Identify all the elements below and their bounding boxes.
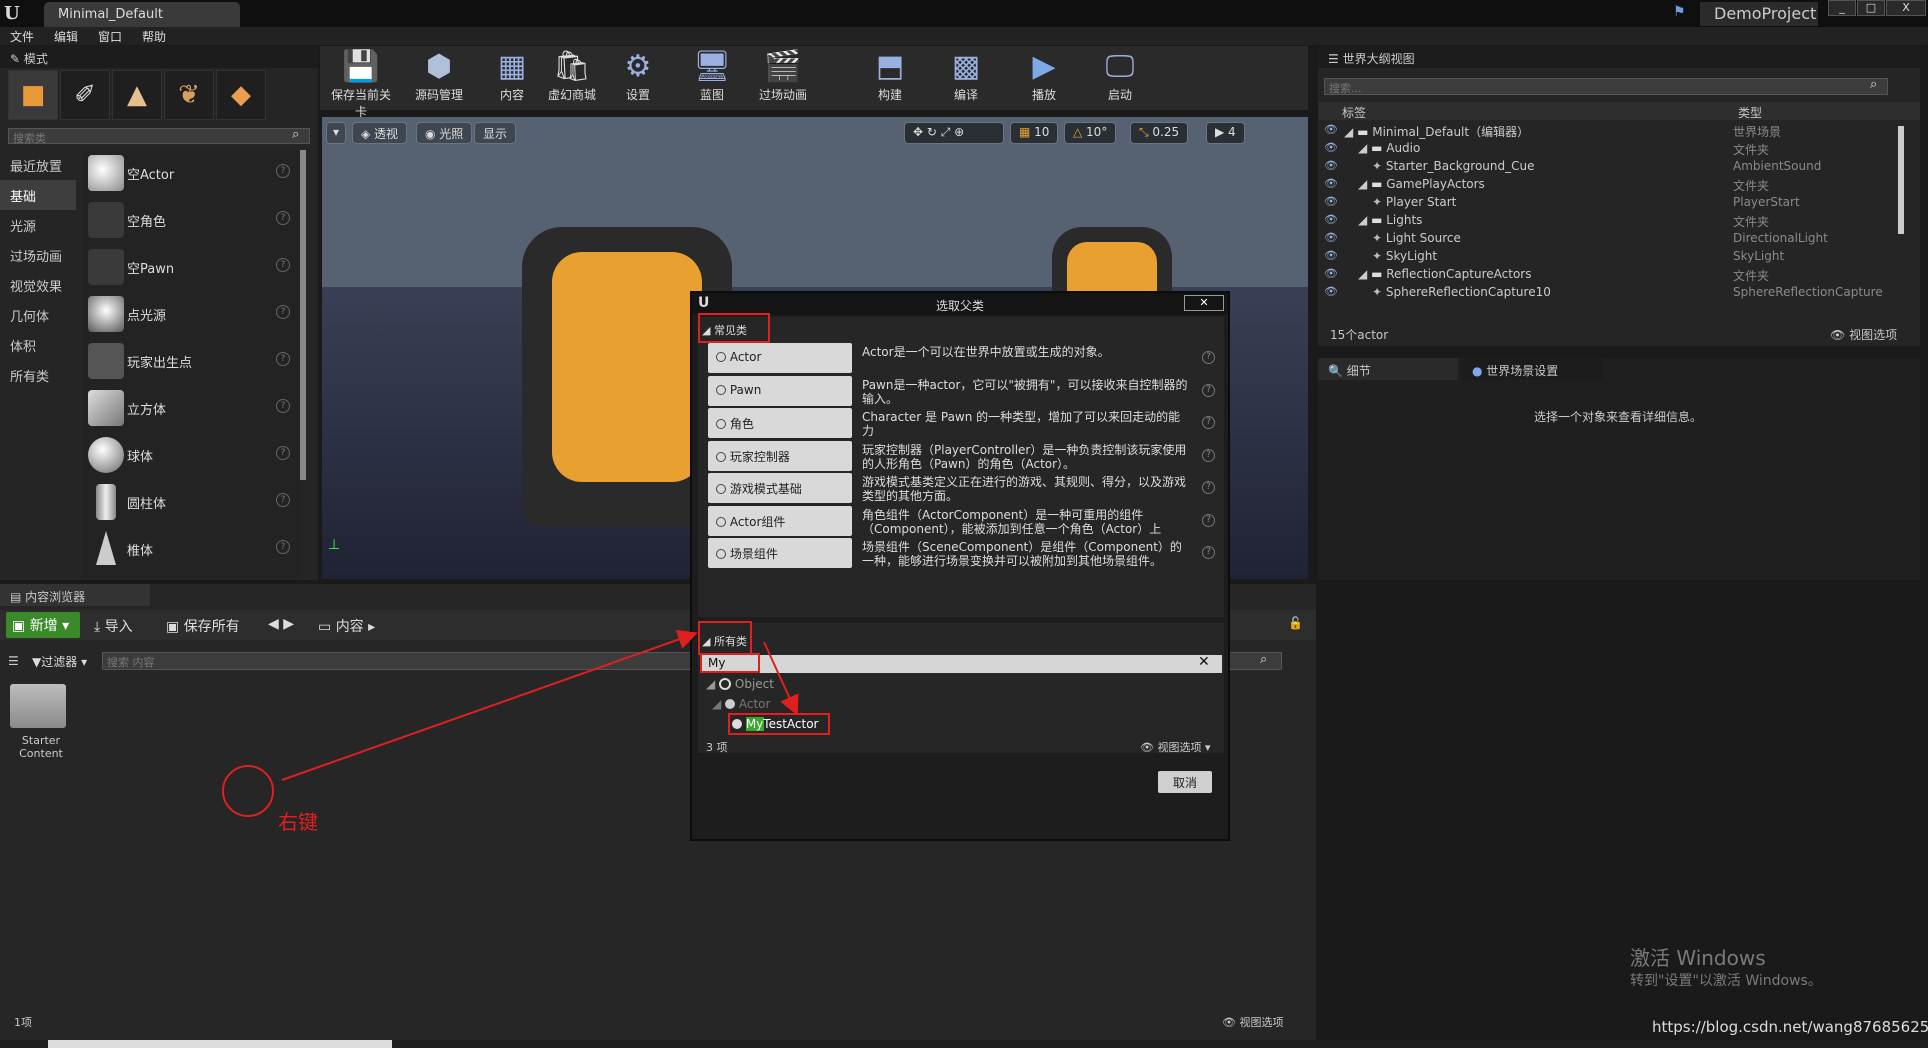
taskbar-progress [48, 1040, 392, 1048]
annotation-arrow-left [281, 629, 698, 781]
annotation-circle [222, 765, 274, 817]
annotation-label: 右键 [278, 810, 318, 834]
windows-activation-hint: 转到"设置"以激活 Windows。 [1630, 973, 1822, 989]
blog-url-watermark: https://blog.csdn.net/wang876856259 [1652, 1018, 1928, 1036]
annotation-arrow-down [763, 641, 799, 716]
windows-activation-title: 激活 Windows [1630, 946, 1766, 970]
annotation-overlay [222, 629, 799, 817]
